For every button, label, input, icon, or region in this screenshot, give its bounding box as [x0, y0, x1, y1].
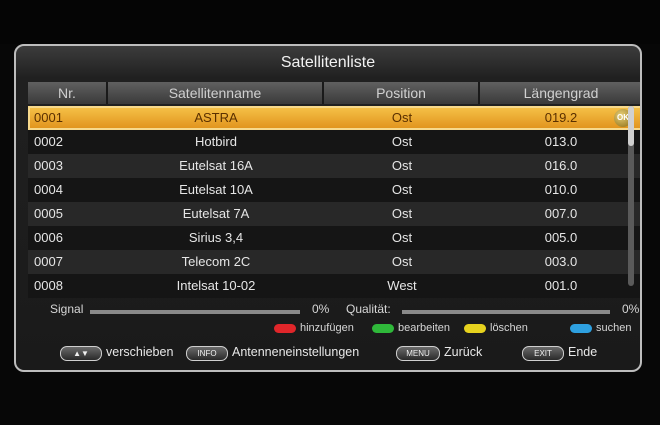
- cell-nr: 0004: [34, 182, 63, 197]
- dialog-title: Satellitenliste: [280, 54, 376, 71]
- cell-position: Ost: [391, 254, 413, 269]
- table-row[interactable]: 0003 Eutelsat 16A Ost 016.0: [28, 154, 640, 178]
- cell-longitude: 019.2 OK: [480, 106, 640, 130]
- table-row[interactable]: 0004 Eutelsat 10A Ost 010.0: [28, 178, 640, 202]
- list-scrollbar[interactable]: [628, 106, 634, 286]
- cell-longitude: 016.0: [544, 158, 578, 173]
- cell-nr: 0006: [34, 230, 63, 245]
- table-header: Nr. Satellitenname Position Längengrad: [28, 82, 640, 104]
- table-row[interactable]: 0006 Sirius 3,4 Ost 005.0: [28, 226, 640, 250]
- column-header-nr: Nr.: [28, 82, 108, 104]
- cell-position: Ost: [391, 206, 413, 221]
- cell-position: Ost: [391, 182, 413, 197]
- cell-name: Sirius 3,4: [188, 230, 244, 245]
- cell-longitude: 013.0: [544, 134, 578, 149]
- red-key-icon[interactable]: [274, 324, 296, 333]
- cell-name: Eutelsat 16A: [179, 158, 253, 173]
- table-row[interactable]: 0002 Hotbird Ost 013.0: [28, 130, 640, 154]
- back-label: Zurück: [444, 345, 483, 359]
- end-label: Ende: [568, 345, 598, 359]
- yellow-key-icon[interactable]: [464, 324, 486, 333]
- green-key-label: bearbeiten: [398, 322, 450, 334]
- cell-nr: 0003: [34, 158, 63, 173]
- antenna-settings-label: Antenneneinstellungen: [232, 345, 360, 359]
- up-down-key-icon[interactable]: ▲▼: [60, 346, 102, 361]
- cell-nr: 0001: [34, 110, 63, 125]
- signal-bar: [90, 310, 300, 314]
- table-row[interactable]: 0007 Telecom 2C Ost 003.0: [28, 250, 640, 274]
- cell-longitude: 003.0: [544, 254, 578, 269]
- cell-nr: 0007: [34, 254, 63, 269]
- signal-quality-row: Signal 0% Qualität: 0%: [28, 302, 640, 318]
- cell-longitude: 010.0: [544, 182, 578, 197]
- column-header-longitude: Längengrad: [480, 82, 640, 104]
- cell-nr: 0008: [34, 278, 63, 293]
- cell-name: Eutelsat 7A: [182, 206, 250, 221]
- table-row-selected[interactable]: 0001 ASTRA Ost 019.2 OK: [28, 106, 640, 130]
- green-key-icon[interactable]: [372, 324, 394, 333]
- cell-longitude: 007.0: [544, 206, 578, 221]
- scrollbar-thumb[interactable]: [628, 106, 634, 146]
- cell-position: Ost: [391, 134, 413, 149]
- satellite-list-dialog: Satellitenliste Nr. Satellitenname Posit…: [14, 44, 642, 372]
- cell-longitude: 001.0: [544, 278, 578, 293]
- table-row[interactable]: 0008 Intelsat 10-02 West 001.0: [28, 274, 640, 298]
- signal-label: Signal: [50, 302, 84, 316]
- blue-key-label: suchen: [596, 322, 632, 334]
- cell-position: West: [387, 278, 417, 293]
- signal-percent: 0%: [312, 302, 330, 316]
- color-key-legend: hinzufügen bearbeiten löschen suchen: [28, 322, 640, 336]
- quality-percent: 0%: [622, 302, 640, 316]
- screen-top-area: [0, 0, 660, 44]
- cell-position: Ost: [391, 230, 413, 245]
- cell-nr: 0002: [34, 134, 63, 149]
- cell-longitude: 005.0: [544, 230, 578, 245]
- cell-position: Ost: [391, 110, 413, 125]
- cell-name: Hotbird: [195, 134, 237, 149]
- cell-longitude-value: 019.2: [544, 110, 578, 125]
- cell-name: Intelsat 10-02: [176, 278, 256, 293]
- cell-name: ASTRA: [194, 110, 238, 125]
- cell-position: Ost: [391, 158, 413, 173]
- menu-key-icon[interactable]: MENU: [396, 346, 440, 361]
- table-row[interactable]: 0005 Eutelsat 7A Ost 007.0: [28, 202, 640, 226]
- column-header-position: Position: [324, 82, 480, 104]
- yellow-key-label: löschen: [490, 322, 528, 334]
- move-label: verschieben: [106, 345, 174, 359]
- quality-label: Qualität:: [346, 302, 391, 316]
- quality-bar: [402, 310, 610, 314]
- cell-name: Telecom 2C: [181, 254, 251, 269]
- info-key-icon[interactable]: INFO: [186, 346, 228, 361]
- blue-key-icon[interactable]: [570, 324, 592, 333]
- column-header-name: Satellitenname: [108, 82, 324, 104]
- satellite-table: 0001 ASTRA Ost 019.2 OK 0002 Hotbird Ost…: [28, 106, 640, 298]
- key-help-bar: ▲▼ verschieben INFO Antenneneinstellunge…: [28, 344, 640, 364]
- exit-key-icon[interactable]: EXIT: [522, 346, 564, 361]
- cell-nr: 0005: [34, 206, 63, 221]
- cell-name: Eutelsat 10A: [179, 182, 253, 197]
- red-key-label: hinzufügen: [300, 322, 354, 334]
